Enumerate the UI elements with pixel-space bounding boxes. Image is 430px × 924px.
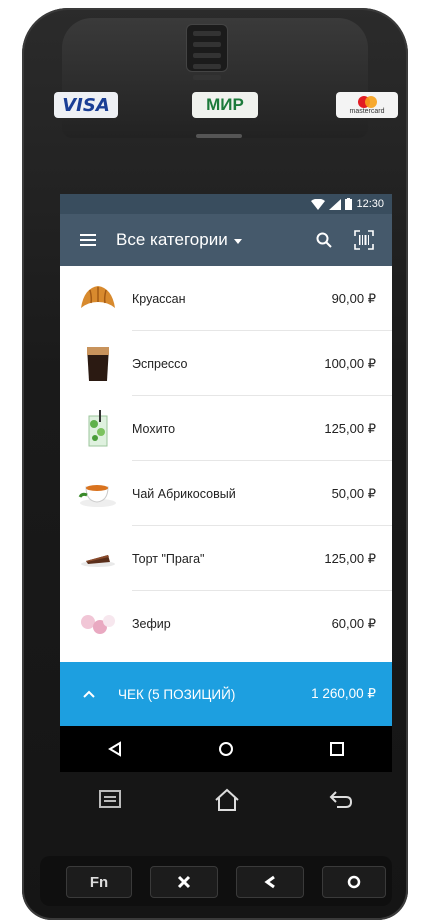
status-time: 12:30 [356, 198, 384, 210]
product-price: 90,00 ₽ [331, 290, 376, 306]
croissant-icon [78, 279, 118, 319]
product-name: Эспрессо [132, 356, 188, 371]
barcode-scan-icon[interactable] [344, 214, 384, 266]
wifi-icon [311, 198, 326, 210]
product-price: 60,00 ₽ [331, 615, 376, 631]
list-item[interactable]: Мохито 125,00 ₽ [60, 396, 392, 461]
fn-key-label: Fn [89, 873, 109, 891]
hamburger-menu-icon[interactable] [60, 214, 116, 266]
mojito-glass-icon [78, 409, 118, 449]
hardware-back-icon[interactable] [328, 788, 354, 810]
card-reader-sensor [186, 24, 228, 80]
list-item[interactable]: Торт "Прага" 125,00 ₽ [60, 526, 392, 591]
espresso-cup-icon [78, 344, 118, 384]
back-triangle-icon[interactable] [108, 741, 122, 757]
confirm-key-icon[interactable] [322, 866, 386, 898]
battery-icon [345, 198, 353, 210]
product-name: Торт "Прага" [132, 551, 205, 566]
chevron-up-icon[interactable] [60, 690, 118, 698]
product-price: 125,00 ₽ [324, 420, 376, 436]
app-bar: Все категории [60, 214, 392, 266]
recents-square-icon[interactable] [330, 742, 344, 756]
mir-logo: МИР [192, 92, 258, 118]
android-nav-bar [60, 726, 392, 772]
list-item[interactable]: Эспрессо 100,00 ₽ [60, 331, 392, 396]
mastercard-logo: mastercard [336, 92, 398, 118]
check-total: 1 260,00 ₽ [311, 686, 376, 701]
mastercard-logo-text: mastercard [349, 107, 385, 115]
search-icon[interactable] [304, 214, 344, 266]
product-price: 50,00 ₽ [331, 485, 376, 501]
product-name: Круассан [132, 291, 186, 306]
product-list: Круассан 90,00 ₽ Эспрессо 100,00 ₽ Мохит… [60, 266, 392, 662]
tea-cup-icon [78, 474, 118, 514]
speaker-grille [196, 134, 242, 138]
product-name: Мохито [132, 421, 176, 436]
product-price: 125,00 ₽ [324, 550, 376, 566]
hardware-home-icon[interactable] [213, 788, 241, 812]
product-name: Зефир [132, 616, 171, 631]
product-name: Чай Абрикосовый [132, 486, 236, 501]
check-label: ЧЕК (5 ПОЗИЦИЙ) [118, 686, 236, 702]
cancel-key-icon[interactable] [150, 866, 218, 898]
terminal-screen: 12:30 Все категории Круассан 90,00 ₽ Эсп… [60, 194, 392, 772]
status-bar: 12:30 [60, 194, 392, 214]
cake-slice-icon [78, 539, 118, 579]
product-price: 100,00 ₽ [324, 355, 376, 371]
list-item[interactable]: Зефир 60,00 ₽ [60, 591, 392, 656]
category-selector[interactable]: Все категории [116, 230, 242, 250]
backspace-key-icon[interactable] [236, 866, 304, 898]
fn-key[interactable]: Fn [66, 866, 132, 898]
list-item[interactable]: Чай Абрикосовый 50,00 ₽ [60, 461, 392, 526]
hardware-menu-icon[interactable] [98, 788, 122, 810]
category-title: Все категории [116, 230, 228, 249]
list-item[interactable]: Круассан 90,00 ₽ [60, 266, 392, 331]
check-summary-bar[interactable]: ЧЕК (5 ПОЗИЦИЙ) 1 260,00 ₽ [60, 662, 392, 726]
home-circle-icon[interactable] [218, 741, 234, 757]
marshmallow-icon [78, 604, 118, 644]
visa-logo: VISA [54, 92, 118, 118]
signal-icon [329, 198, 342, 210]
caret-down-icon [233, 238, 242, 244]
